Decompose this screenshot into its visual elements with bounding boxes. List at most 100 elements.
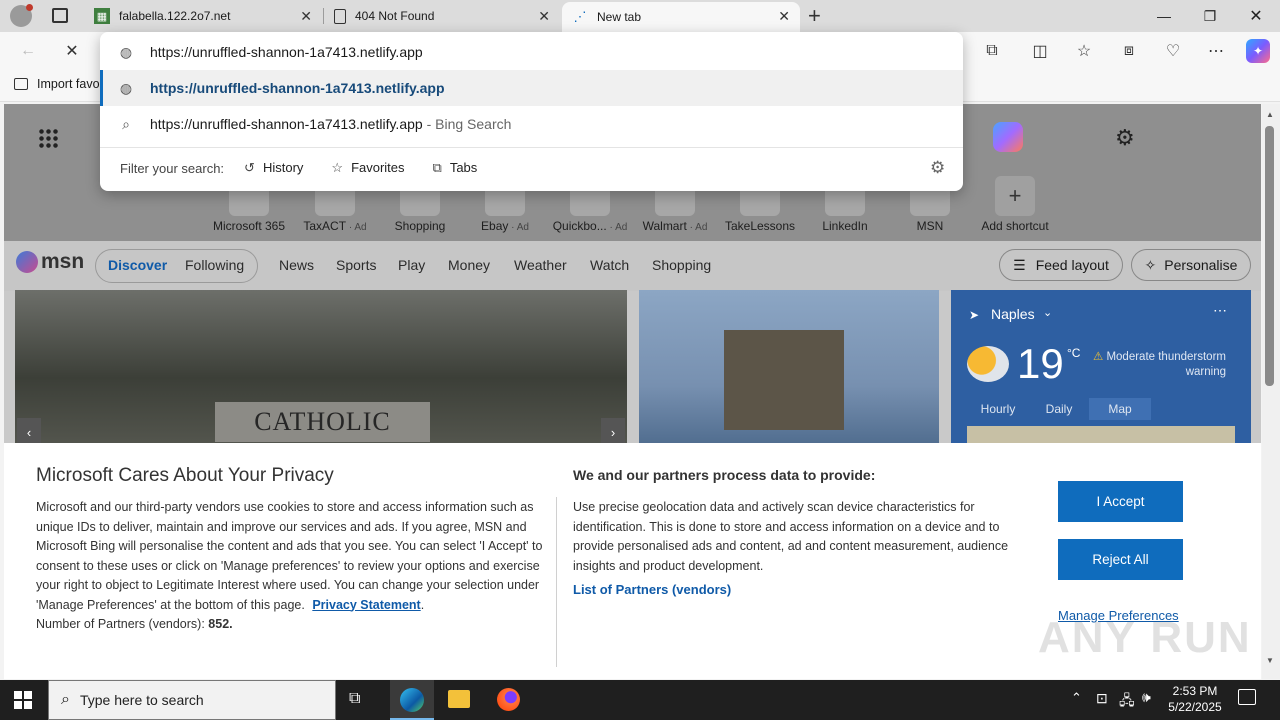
filter-tabs[interactable]: ⧉ Tabs: [433, 160, 478, 176]
suggestion-search[interactable]: ⌕ https://unruffled-shannon-1a7413.netli…: [100, 106, 963, 142]
personalise-button[interactable]: ✧ Personalise: [1131, 249, 1251, 281]
nav-sports[interactable]: Sports: [336, 257, 376, 273]
filter-row: Filter your search: ↺ History ☆ Favorites …: [120, 160, 477, 176]
restore-icon[interactable]: ❐: [1187, 0, 1233, 32]
quick-link-label: TakeLessons: [724, 219, 796, 233]
quick-link-label: Ebay · Ad: [481, 219, 529, 233]
split-screen-icon[interactable]: ◫: [1028, 39, 1052, 63]
dropdown-settings-icon[interactable]: ⚙: [930, 158, 945, 178]
minimize-icon[interactable]: —: [1141, 0, 1187, 32]
partners-count: 852.: [208, 617, 233, 631]
quick-link-label: Microsoft 365: [212, 219, 286, 233]
tray-chevron-icon[interactable]: ⌃: [1071, 690, 1082, 706]
more-options-icon[interactable]: ⋯: [1213, 302, 1227, 319]
settings-gear-icon[interactable]: ⚙: [1115, 125, 1135, 151]
tab-404[interactable]: 404 Not Found ✕: [324, 0, 560, 32]
hero-story-image[interactable]: CATHOLIC ‹ ›: [15, 290, 627, 450]
add-shortcut-button[interactable]: + Add shortcut: [970, 176, 1060, 233]
nav-watch[interactable]: Watch: [590, 257, 629, 273]
filter-history[interactable]: ↺ History: [244, 160, 303, 176]
nav-play[interactable]: Play: [398, 257, 425, 273]
suggestion-url-text: https://unruffled-shannon-1a7413.netlify…: [150, 80, 445, 96]
close-icon[interactable]: ✕: [538, 8, 550, 25]
weather-alert[interactable]: ⚠ Moderate thunderstorm warning: [1091, 350, 1226, 380]
nav-money[interactable]: Money: [448, 257, 490, 273]
nav-news[interactable]: News: [279, 257, 314, 273]
partners-label: Number of Partners (vendors):: [36, 617, 205, 631]
window-close-icon[interactable]: ✕: [1233, 0, 1279, 32]
suggestion-search-text: https://unruffled-shannon-1a7413.netlify…: [150, 116, 423, 132]
feed-layout-label: Feed layout: [1035, 257, 1109, 273]
edge-taskbar-icon[interactable]: [390, 680, 434, 720]
extensions-icon[interactable]: ⧉: [980, 39, 1004, 63]
privacy-body-text: Microsoft and our third-party vendors us…: [36, 500, 543, 612]
tab-falabella[interactable]: ▦ falabella.122.2o7.net ✕: [84, 0, 322, 32]
clock[interactable]: 2:53 PM 5/22/2025: [1165, 683, 1225, 715]
taskbar-search[interactable]: ⌕ Type here to search: [48, 680, 336, 720]
apps-launcher-icon[interactable]: [38, 128, 58, 148]
ship-story-image[interactable]: [639, 290, 939, 450]
copilot-icon[interactable]: ✦: [1246, 39, 1270, 63]
scroll-thumb[interactable]: [1265, 126, 1274, 386]
favorites-icon[interactable]: ☆: [1072, 39, 1096, 63]
list-of-partners-link[interactable]: List of Partners (vendors): [573, 582, 731, 597]
search-icon: ⌕: [61, 691, 70, 708]
meet-icon[interactable]: ⊡: [1096, 690, 1108, 707]
history-icon: ↺: [244, 160, 255, 175]
suggestion-search-suffix: - Bing Search: [422, 116, 512, 132]
volume-icon[interactable]: 🕪: [1142, 689, 1151, 706]
quick-link-label: TaxACT · Ad: [303, 219, 367, 233]
edge-icon: [400, 688, 424, 712]
sign-text: CATHOLIC: [254, 407, 391, 436]
search-icon: ⌕: [122, 115, 130, 132]
suggestion-url[interactable]: ◍ https://unruffled-shannon-1a7413.netli…: [100, 70, 963, 106]
tab-following[interactable]: Following: [185, 257, 244, 273]
sliders-icon: ☰: [1013, 256, 1026, 273]
page-scrollbar[interactable]: ▲ ▼: [1262, 104, 1280, 679]
weather-city[interactable]: Naples: [991, 306, 1035, 322]
weather-tab-hourly[interactable]: Hourly: [967, 398, 1029, 420]
data-purposes-body: Use precise geolocation data and activel…: [573, 500, 1009, 573]
profile-avatar[interactable]: [10, 4, 33, 27]
feed-layout-button[interactable]: ☰ Feed layout: [999, 249, 1123, 281]
accept-button[interactable]: I Accept: [1058, 481, 1183, 522]
task-view-icon[interactable]: ⧉: [349, 690, 360, 708]
page-icon: ▦: [94, 8, 110, 24]
collections-icon[interactable]: ⧈: [1117, 39, 1141, 63]
close-icon[interactable]: ✕: [300, 8, 312, 25]
filter-favorites[interactable]: ☆ Favorites: [331, 160, 404, 176]
address-bar[interactable]: ◍: [100, 34, 963, 70]
scroll-down-icon[interactable]: ▼: [1266, 656, 1274, 665]
more-icon[interactable]: ⋯: [1204, 39, 1228, 63]
scroll-up-icon[interactable]: ▲: [1266, 110, 1274, 119]
performance-icon[interactable]: ♡: [1161, 39, 1185, 63]
notification-dot: [26, 4, 33, 11]
ship-shape: [724, 330, 844, 430]
msn-logo[interactable]: msn: [16, 250, 84, 274]
notifications-icon[interactable]: [1238, 689, 1256, 705]
tab-actions-icon[interactable]: [52, 8, 68, 23]
quick-link-label: Add shortcut: [981, 219, 1049, 233]
stop-icon[interactable]: ✕: [60, 39, 84, 63]
address-input[interactable]: [150, 44, 850, 60]
network-icon[interactable]: 🖧: [1119, 690, 1135, 714]
weather-card[interactable]: ➤ Naples ⌄ ⋯ 19 °C ⚠ Moderate thundersto…: [951, 290, 1251, 456]
nav-shopping[interactable]: Shopping: [652, 257, 711, 273]
quick-link-label: Walmart · Ad: [642, 219, 708, 233]
firefox-icon[interactable]: [497, 688, 520, 711]
windows-start-icon[interactable]: [14, 691, 32, 709]
tab-new-tab[interactable]: ⋰ New tab ✕: [562, 2, 800, 32]
copilot-search-icon[interactable]: [993, 122, 1023, 152]
tab-discover[interactable]: Discover: [108, 257, 167, 273]
reject-all-button[interactable]: Reject All: [1058, 539, 1183, 580]
file-explorer-icon[interactable]: [448, 690, 470, 708]
privacy-statement-link[interactable]: Privacy Statement: [312, 598, 420, 612]
close-icon[interactable]: ✕: [778, 8, 790, 25]
import-favorites-button[interactable]: Import favo: [14, 77, 100, 91]
back-icon[interactable]: ←: [16, 39, 40, 63]
nav-weather[interactable]: Weather: [514, 257, 567, 273]
quick-link-label: MSN: [916, 219, 944, 233]
new-tab-icon[interactable]: +: [808, 3, 821, 29]
weather-tab-daily[interactable]: Daily: [1029, 398, 1089, 420]
weather-tab-map[interactable]: Map: [1089, 398, 1151, 420]
